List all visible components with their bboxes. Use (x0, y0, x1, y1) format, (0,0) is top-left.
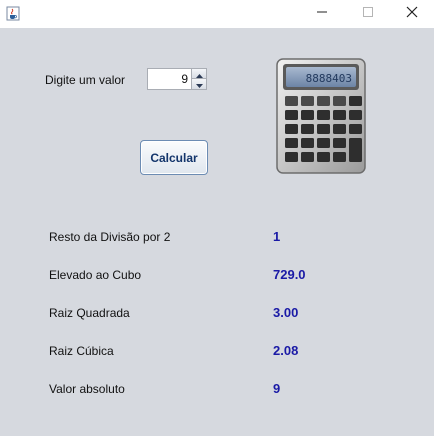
result-label: Elevado ao Cubo (49, 268, 142, 282)
value-input-label: Digite um valor (45, 73, 126, 87)
maximize-icon (362, 5, 374, 23)
close-icon (406, 5, 418, 23)
result-value: 2.08 (273, 343, 299, 358)
result-value: 1 (273, 229, 281, 244)
spinner-down-button[interactable] (191, 79, 206, 89)
result-label: Raiz Cúbica (49, 344, 114, 358)
maximize-button[interactable] (345, 0, 391, 28)
result-value: 3.00 (273, 305, 299, 320)
main-panel: Digite um valor 9 Calcular 8888403 Resto… (0, 28, 434, 436)
minimize-button[interactable] (299, 0, 345, 28)
calculate-button[interactable]: Calcular (140, 140, 208, 175)
title-bar (0, 0, 434, 28)
result-value: 9 (273, 381, 281, 396)
java-cup-icon (6, 6, 20, 21)
value-input[interactable]: 9 (148, 69, 190, 89)
result-label: Raiz Quadrada (49, 306, 130, 320)
chevron-down-icon (195, 75, 203, 93)
result-label: Valor absoluto (49, 382, 125, 396)
calculator-display-text: 8888403 (306, 72, 352, 85)
result-value: 729.0 (273, 267, 306, 282)
close-button[interactable] (389, 0, 434, 28)
value-spinner[interactable]: 9 (147, 68, 207, 90)
result-label: Resto da Divisão por 2 (49, 230, 171, 244)
minimize-icon (316, 5, 328, 23)
calculator-icon: 8888403 (276, 58, 366, 174)
